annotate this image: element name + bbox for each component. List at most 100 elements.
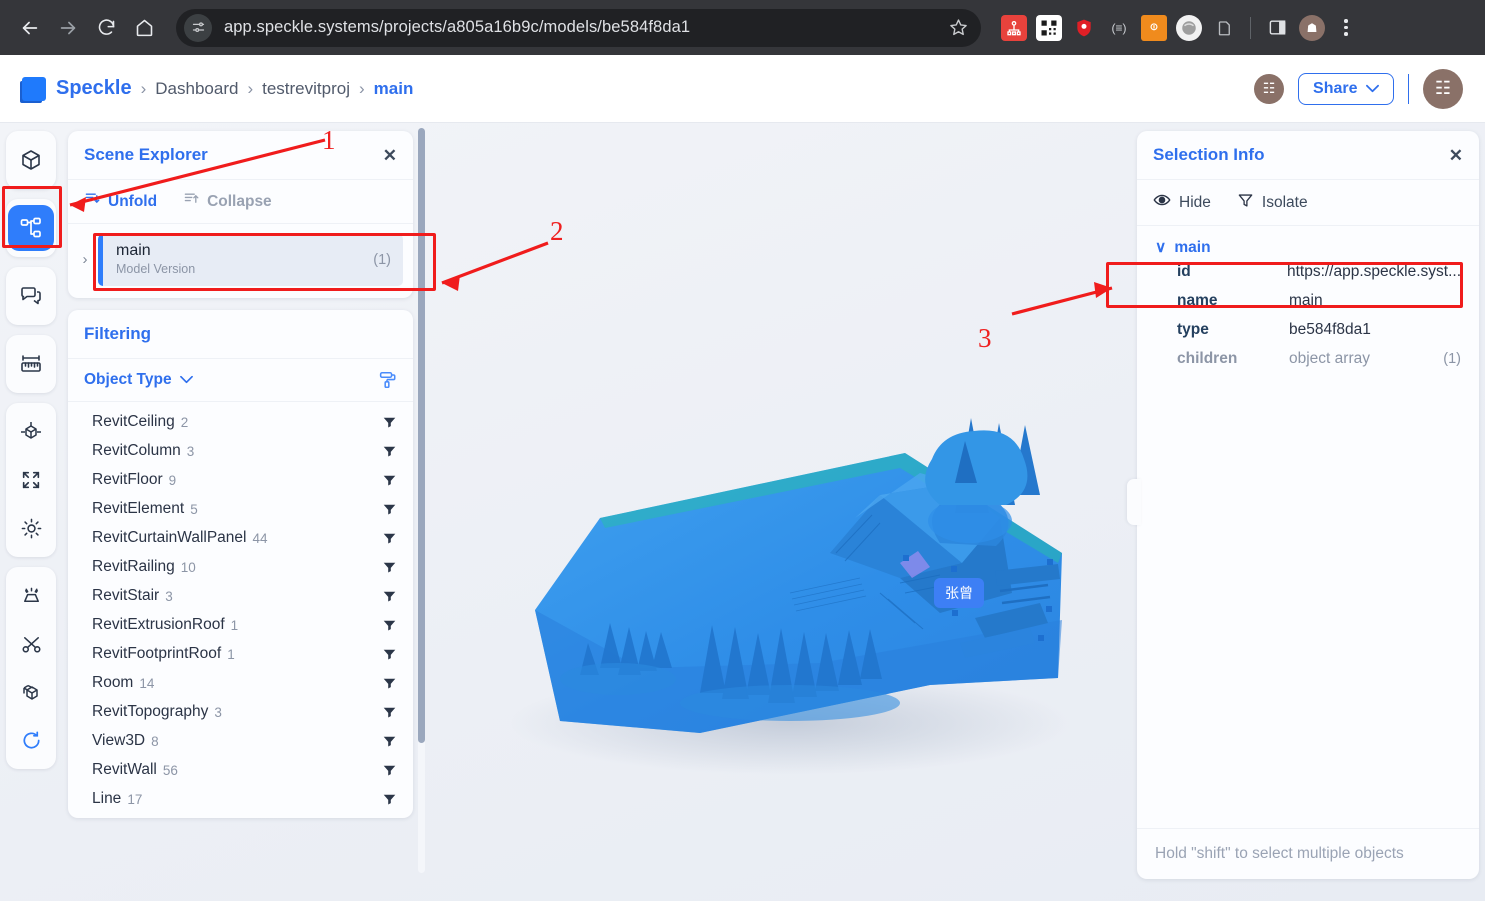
chevron-right-icon[interactable]: › — [78, 251, 92, 268]
scissors-cut-icon[interactable] — [8, 621, 54, 667]
address-bar[interactable]: app.speckle.systems/projects/a805a16b9c/… — [176, 8, 981, 47]
rail-group-tools — [6, 567, 56, 769]
filter-item[interactable]: View3D 8 — [68, 727, 413, 756]
filter-item-count: 2 — [180, 414, 189, 430]
kebab-menu-icon[interactable] — [1334, 19, 1358, 36]
filter-item[interactable]: RevitExtrusionRoof 1 — [68, 611, 413, 640]
share-button[interactable]: Share — [1298, 72, 1394, 105]
sun-lighting-icon[interactable] — [8, 505, 54, 551]
side-panel-icon[interactable] — [1264, 15, 1290, 41]
filter-type-selector[interactable]: Object Type — [68, 359, 413, 402]
isolate-button[interactable]: Isolate — [1237, 192, 1308, 214]
grey-sphere-extension-icon[interactable] — [1176, 14, 1202, 41]
views-cube-icon[interactable] — [8, 669, 54, 715]
brackets-extension-icon[interactable]: (≡) — [1106, 15, 1132, 41]
filtering-header: Filtering — [68, 310, 413, 359]
unfold-button[interactable]: Unfold — [84, 191, 157, 212]
unfold-icon — [84, 191, 100, 212]
brand-name[interactable]: Speckle — [56, 77, 132, 100]
funnel-icon — [1237, 192, 1254, 214]
eye-icon — [1153, 191, 1171, 214]
filter-funnel-icon[interactable] — [382, 792, 397, 807]
section-box-icon[interactable] — [8, 409, 54, 455]
comments-icon[interactable] — [8, 273, 54, 319]
filter-item-label: View3D — [92, 732, 146, 749]
filter-item[interactable]: RevitTopography 3 — [68, 698, 413, 727]
breadcrumb-dashboard[interactable]: Dashboard — [155, 79, 238, 99]
filter-item[interactable]: Line 17 — [68, 785, 413, 814]
filter-funnel-icon[interactable] — [382, 618, 397, 633]
filter-item[interactable]: RevitColumn 3 — [68, 437, 413, 466]
clipboard-extension-icon[interactable] — [1211, 15, 1237, 41]
filter-funnel-icon[interactable] — [382, 531, 397, 546]
breadcrumb-project[interactable]: testrevitproj — [262, 79, 350, 99]
fit-to-screen-icon[interactable] — [8, 457, 54, 503]
url-text[interactable]: app.speckle.systems/projects/a805a16b9c/… — [224, 18, 948, 37]
panel-collapse-handle[interactable] — [1127, 479, 1141, 525]
filter-funnel-icon[interactable] — [382, 415, 397, 430]
site-settings-icon[interactable] — [184, 13, 212, 42]
star-icon[interactable] — [948, 17, 969, 38]
filter-funnel-icon[interactable] — [382, 560, 397, 575]
close-icon[interactable]: ✕ — [383, 147, 397, 164]
filter-funnel-icon[interactable] — [382, 705, 397, 720]
filter-funnel-icon[interactable] — [382, 647, 397, 662]
filtering-title: Filtering — [84, 323, 152, 343]
filter-funnel-icon[interactable] — [382, 444, 397, 459]
property-row[interactable]: children object array (1) — [1155, 344, 1461, 373]
filter-item[interactable]: RevitCurtainWallPanel 44 — [68, 524, 413, 553]
filter-item[interactable]: RevitCeiling 2 — [68, 408, 413, 437]
filter-item[interactable]: RevitRailing 10 — [68, 553, 413, 582]
collaborator-avatar[interactable]: ☷ — [1254, 73, 1285, 104]
filter-item[interactable]: RevitFootprintRoof 1 — [68, 640, 413, 669]
filter-funnel-icon[interactable] — [382, 676, 397, 691]
filter-item-count: 3 — [214, 704, 222, 720]
orange-badge-extension-icon[interactable] — [1141, 14, 1167, 41]
reload-icon[interactable] — [88, 10, 124, 46]
isolate-label: Isolate — [1261, 193, 1308, 211]
back-arrow-icon[interactable] — [12, 10, 48, 46]
brand-logo-group[interactable]: Speckle — [22, 76, 132, 101]
header-divider — [1407, 73, 1409, 104]
speckle-cube-icon — [22, 76, 46, 101]
filter-funnel-icon[interactable] — [382, 589, 397, 604]
shield-extension-icon[interactable] — [1071, 15, 1097, 41]
close-icon[interactable]: ✕ — [1449, 147, 1463, 164]
filter-item[interactable]: RevitStair 3 — [68, 582, 413, 611]
filter-item-label: Line — [92, 790, 122, 807]
models-icon[interactable] — [8, 137, 54, 183]
scene-explorer-header: Scene Explorer ✕ — [68, 131, 413, 180]
filter-item[interactable]: RevitElement 5 — [68, 495, 413, 524]
filter-funnel-icon[interactable] — [382, 763, 397, 778]
paint-roller-icon[interactable] — [377, 370, 397, 390]
breadcrumb-model[interactable]: main — [374, 79, 414, 99]
object-type-dropdown[interactable]: Object Type — [84, 371, 193, 389]
filter-funnel-icon[interactable] — [382, 502, 397, 517]
filter-funnel-icon[interactable] — [382, 473, 397, 488]
header-actions: ☷ Share ☷ — [1254, 68, 1463, 109]
property-value: be584f8da1 — [1289, 320, 1371, 338]
filter-item-label: Room — [92, 674, 134, 691]
explode-icon[interactable] — [8, 573, 54, 619]
qr-code-extension-icon[interactable] — [1036, 14, 1062, 41]
filter-item[interactable]: Room 14 — [68, 669, 413, 698]
user-avatar[interactable]: ☷ — [1423, 68, 1463, 109]
chevron-down-icon — [179, 371, 193, 389]
org-chart-extension-icon[interactable] — [1001, 14, 1027, 41]
hide-button[interactable]: Hide — [1153, 191, 1211, 214]
annotation-box-id — [1106, 262, 1463, 308]
home-icon[interactable] — [126, 10, 162, 46]
forward-arrow-icon[interactable] — [50, 10, 86, 46]
property-row[interactable]: type be584f8da1 — [1155, 315, 1461, 344]
breadcrumb-separator: › — [359, 78, 365, 98]
app-header: Speckle › Dashboard › testrevitproj › ma… — [0, 55, 1485, 123]
chevron-down-icon[interactable]: ∨ — [1155, 238, 1166, 257]
collapse-button[interactable]: Collapse — [183, 191, 272, 212]
profile-avatar[interactable]: ☗ — [1299, 14, 1325, 41]
property-root-node[interactable]: ∨ main — [1155, 238, 1461, 257]
filter-item[interactable]: RevitFloor 9 — [68, 466, 413, 495]
measure-icon[interactable] — [8, 341, 54, 387]
filter-item[interactable]: RevitWall 56 — [68, 756, 413, 785]
reset-view-icon[interactable] — [8, 717, 54, 763]
filter-funnel-icon[interactable] — [382, 734, 397, 749]
